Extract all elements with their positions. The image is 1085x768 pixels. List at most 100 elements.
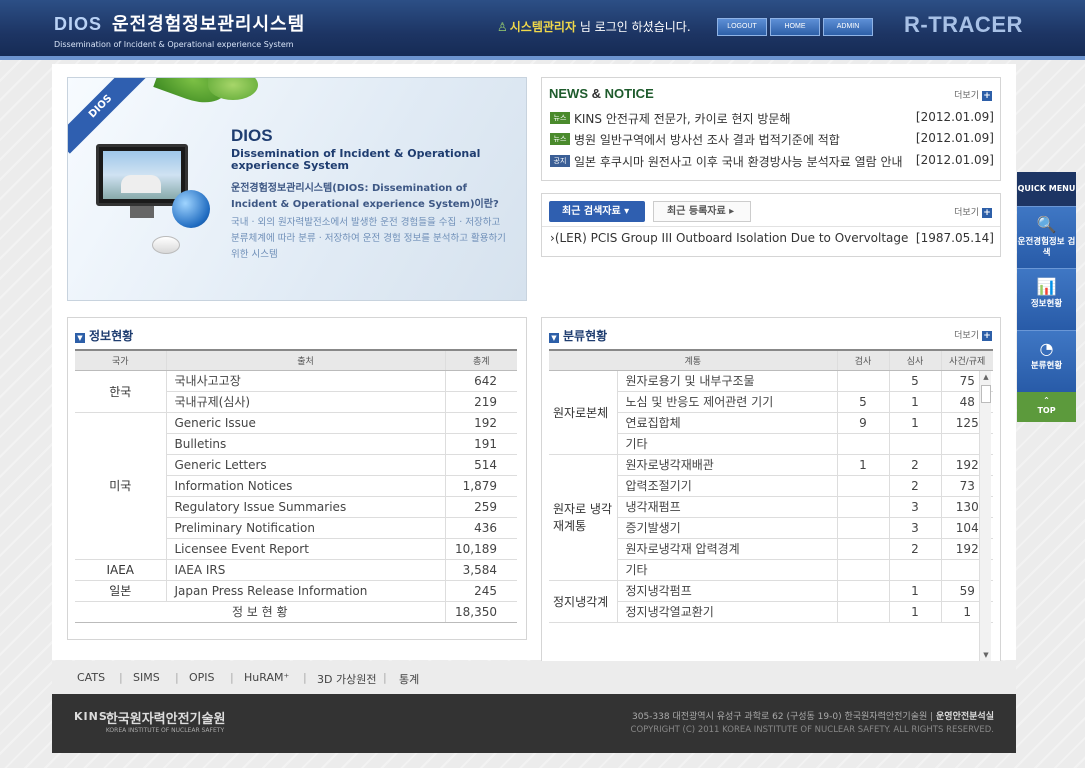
total-row: 정 보 현 황 18,350	[75, 601, 517, 623]
inspection-cell	[836, 559, 889, 581]
section-bullet-icon: ▼	[549, 333, 559, 343]
country-cell: 일본	[75, 580, 166, 602]
total-cell: 191	[444, 433, 517, 455]
subsystem-cell[interactable]: 연료집합체	[616, 412, 837, 434]
recent-more-link[interactable]: 더보기 +	[954, 205, 992, 218]
quick-info-status-button[interactable]: 📊 정보현황	[1017, 268, 1076, 330]
recent-item-title[interactable]: (LER) PCIS Group III Outboard Isolation …	[555, 231, 909, 245]
review-cell: 5	[888, 370, 941, 392]
subsystem-cell[interactable]: 기타	[616, 433, 837, 455]
notice-more-link[interactable]: 더보기 +	[954, 88, 992, 101]
org-name-english: KOREA INSTITUTE OF NUCLEAR SAFETY	[105, 727, 225, 734]
notice-title[interactable]: KINS 안전규제 전문가, 카이로 현지 방문해	[574, 110, 914, 127]
source-cell[interactable]: Information Notices	[165, 475, 445, 497]
inspection-cell	[836, 517, 889, 539]
logout-button[interactable]: LOGOUT	[717, 18, 767, 36]
review-cell: 1	[888, 412, 941, 434]
subsystem-cell[interactable]: 원자로용기 및 내부구조물	[616, 370, 837, 392]
section-bullet-icon: ▼	[75, 333, 85, 343]
scroll-up-icon[interactable]: ▲	[980, 371, 992, 383]
footnav-3d-plant[interactable]: 3D 가상원전	[317, 671, 376, 687]
scroll-thumb[interactable]	[981, 385, 991, 403]
subsystem-cell[interactable]: 기타	[616, 559, 837, 581]
source-cell[interactable]: Licensee Event Report	[165, 538, 445, 560]
notice-item[interactable]: 공지 일본 후쿠시마 원전사고 이후 국내 환경방사능 분석자료 열람 안내 [20…	[550, 153, 994, 169]
table-row: 한국 국내사고고장 642	[75, 370, 517, 413]
country-cell: 한국	[75, 370, 166, 413]
footer-copyright: COPYRIGHT (C) 2011 KOREA INSTITUTE OF NU…	[630, 725, 994, 735]
review-cell: 3	[888, 517, 941, 539]
source-cell[interactable]: 국내사고고장	[165, 370, 445, 392]
admin-button[interactable]: ADMIN	[823, 18, 873, 36]
subsystem-cell[interactable]: 압력조절기기	[616, 475, 837, 497]
info-status-panel: ▼ 정보현황 국가 출처 총계 한국 국내사고고장 642 국내규제(심사) 219 미국 G…	[67, 317, 527, 640]
footer-dept: 운영안전분석실	[936, 712, 994, 722]
recent-item-date: [1987.05.14]	[915, 231, 994, 245]
source-cell[interactable]: Preliminary Notification	[165, 517, 445, 539]
notice-item[interactable]: 뉴스 병원 일반구역에서 방사선 조사 결과 법적기준에 적합 [2012.01.0…	[550, 131, 994, 147]
footnav-huram[interactable]: HuRAM⁺	[244, 671, 289, 684]
footnav-sims[interactable]: SIMS	[133, 671, 160, 684]
quick-classification-button[interactable]: ◔ 분류현황	[1017, 330, 1076, 392]
main-content: DIOS DIOS Dissemination of Incident & Op…	[52, 64, 1016, 666]
classification-table: 계통 검사 심사 사건/규제 원자로본체 원자로용기 및 내부구조물 5 75 노심 및…	[549, 349, 993, 623]
source-cell[interactable]: 국내규제(심사)	[165, 391, 445, 413]
inspection-cell	[836, 580, 889, 602]
footnav-opis[interactable]: OPIS	[189, 671, 215, 684]
tab-recent-registered[interactable]: 최근 등록자료 ▸	[653, 201, 751, 222]
inspection-cell: 9	[836, 412, 889, 434]
dios-logo[interactable]: DIOS 운전경험정보관리시스템 Dissemination of Inciden…	[54, 10, 305, 49]
chart-icon: 📊	[1036, 277, 1057, 296]
total-cell: 10,189	[444, 538, 517, 560]
total-cell: 219	[444, 391, 517, 413]
subsystem-cell[interactable]: 원자로냉각재배관	[616, 454, 837, 476]
banner-subtitle: Dissemination of Incident & Operational …	[231, 147, 481, 172]
recent-item[interactable]: ›(LER) PCIS Group III Outboard Isolation…	[550, 231, 994, 245]
notice-date: [2012.01.09]	[915, 153, 994, 167]
total-cell: 436	[444, 517, 517, 539]
subsystem-cell[interactable]: 증기발생기	[616, 517, 837, 539]
col-event: 사건/규제	[940, 349, 993, 371]
review-cell: 3	[888, 496, 941, 518]
tab-recent-search[interactable]: 최근 검색자료 ▾	[549, 201, 645, 222]
table-row: 일본 Japan Press Release Information 245	[75, 580, 517, 602]
col-system: 계통	[549, 349, 837, 371]
plus-icon: +	[982, 91, 992, 101]
subsystem-cell[interactable]: 정지냉각펌프	[616, 580, 837, 602]
quick-search-button[interactable]: 🔍 운전경험정보 검색	[1017, 206, 1076, 268]
chevron-down-icon: ▾	[624, 206, 630, 217]
footnav-cats[interactable]: CATS	[77, 671, 105, 684]
scroll-down-icon[interactable]: ▼	[980, 649, 992, 661]
classification-title: ▼ 분류현황	[549, 327, 607, 344]
subsystem-cell[interactable]: 냉각재펌프	[616, 496, 837, 518]
review-cell: 2	[888, 538, 941, 560]
footer: KINS 한국원자력안전기술원 KOREA INSTITUTE OF NUCLEA…	[52, 694, 1016, 753]
notice-title[interactable]: 병원 일반구역에서 방사선 조사 결과 법적기준에 적합	[574, 131, 914, 148]
col-country: 국가	[75, 349, 166, 371]
source-cell[interactable]: Japan Press Release Information	[165, 580, 445, 602]
notice-item[interactable]: 뉴스 KINS 안전규제 전문가, 카이로 현지 방문해 [2012.01.09]	[550, 110, 994, 126]
inspection-cell	[836, 475, 889, 497]
total-label: 정 보 현 황	[75, 601, 445, 623]
review-cell: 1	[888, 580, 941, 602]
notice-date: [2012.01.09]	[915, 131, 994, 145]
footnav-statistics[interactable]: 통계	[399, 671, 419, 687]
subsystem-cell[interactable]: 원자로냉각재 압력경계	[616, 538, 837, 560]
source-cell[interactable]: Regulatory Issue Summaries	[165, 496, 445, 518]
subsystem-cell[interactable]: 정지냉각열교환기	[616, 601, 837, 623]
classification-more-link[interactable]: 더보기 +	[954, 328, 992, 341]
country-cell: 미국	[75, 412, 166, 560]
table-row: 정지냉각계 정지냉각펌프 1 59	[549, 580, 993, 623]
source-cell[interactable]: Generic Letters	[165, 454, 445, 476]
banner-question: 운전경험정보관리시스템(DIOS: Dissemination of Incid…	[231, 183, 499, 210]
home-button[interactable]: HOME	[770, 18, 820, 36]
notice-title[interactable]: 일본 후쿠시마 원전사고 이후 국내 환경방사능 분석자료 열람 안내	[574, 153, 914, 170]
inspection-cell	[836, 538, 889, 560]
subsystem-cell[interactable]: 노심 및 반응도 제어관련 기기	[616, 391, 837, 413]
table-scrollbar[interactable]: ▲ ▼	[979, 371, 991, 661]
inspection-cell	[836, 433, 889, 455]
source-cell[interactable]: Bulletins	[165, 433, 445, 455]
top-button[interactable]: ⌃ TOP	[1017, 392, 1076, 422]
source-cell[interactable]: Generic Issue	[165, 412, 445, 434]
source-cell[interactable]: IAEA IRS	[165, 559, 445, 581]
